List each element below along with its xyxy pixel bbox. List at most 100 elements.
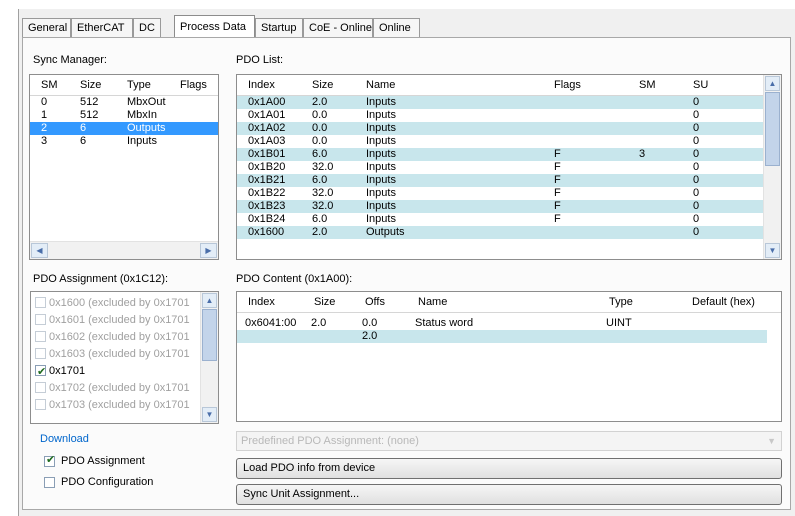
scroll-down-icon[interactable]: ▼ [765, 243, 780, 258]
scroll-right-icon[interactable]: ▶ [200, 243, 217, 258]
pdo-list-row[interactable]: 0x1A01 0.0 Inputs 0 [237, 109, 764, 122]
sync-manager-label: Sync Manager: [33, 54, 107, 66]
pdo-assignment-item-checkbox[interactable] [35, 382, 46, 393]
pdo-assignment-item-checkbox[interactable] [35, 331, 46, 342]
column-header-type[interactable]: Type [609, 296, 633, 308]
cell-name: Inputs [366, 122, 396, 134]
tab-online[interactable]: Online [373, 18, 420, 37]
cell-type: Inputs [127, 135, 157, 147]
tab-dc[interactable]: DC [133, 18, 161, 37]
pdo-assignment-item-checkbox[interactable] [35, 348, 46, 359]
pdo-configuration-checkbox[interactable] [44, 477, 55, 488]
pdo-assignment-item[interactable]: 0x1702 (excluded by 0x1701 [31, 381, 201, 396]
tab-coe-online[interactable]: CoE - Online [303, 18, 373, 37]
cell-flags: F [554, 161, 561, 173]
scroll-thumb[interactable] [765, 92, 780, 166]
tab-label: Startup [261, 22, 297, 34]
column-header-name[interactable]: Name [366, 79, 395, 91]
chevron-down-icon: ▼ [767, 436, 776, 446]
pdo-list-row[interactable]: 0x1B20 32.0 Inputs F 0 [237, 161, 764, 174]
scroll-left-icon[interactable]: ◀ [31, 243, 48, 258]
pdo-assignment-vscroll[interactable]: ▲ ▼ [200, 292, 218, 423]
pdo-assignment-item[interactable]: 0x1601 (excluded by 0x1701 [31, 313, 201, 328]
pdo-assignment-list[interactable]: 0x1600 (excluded by 0x1701 0x1601 (exclud… [30, 291, 219, 424]
pdo-assignment-item[interactable]: 0x1602 (excluded by 0x1701 [31, 330, 201, 345]
tab-startup[interactable]: Startup [255, 18, 303, 37]
column-header-sm[interactable]: SM [41, 79, 58, 91]
cell-name: Inputs [366, 213, 396, 225]
sync-manager-list[interactable]: SM Size Type Flags 0 512 MbxOut 1 512 Mb… [29, 74, 219, 260]
scroll-down-icon[interactable]: ▼ [202, 407, 217, 422]
sync-manager-header: SM Size Type Flags [30, 75, 218, 96]
column-header-size[interactable]: Size [80, 79, 101, 91]
checkmark-icon: ✔ [37, 366, 47, 378]
pdo-assignment-item-checkbox[interactable] [35, 297, 46, 308]
pdo-assignment-checkbox[interactable]: ✔ [44, 454, 55, 467]
pdo-assignment-item-checkbox[interactable]: ✔ [35, 365, 47, 378]
pdo-assignment-item-label: 0x1703 (excluded by 0x1701 [49, 399, 190, 411]
column-header-default[interactable]: Default (hex) [692, 296, 755, 308]
column-header-size[interactable]: Size [312, 79, 333, 91]
column-header-flags[interactable]: Flags [180, 79, 207, 91]
scroll-up-icon[interactable]: ▲ [202, 293, 217, 308]
column-header-offs[interactable]: Offs [365, 296, 385, 308]
predefined-pdo-assignment-select[interactable]: Predefined PDO Assignment: (none) ▼ [236, 431, 782, 451]
cell-offs: 2.0 [362, 330, 378, 342]
cell-name: Status word [415, 317, 474, 329]
pdo-content-list[interactable]: Index Size Offs Name Type Default (hex) … [236, 291, 782, 422]
sync-manager-row[interactable]: 1 512 MbxIn [30, 109, 218, 122]
pdo-assignment-item[interactable]: 0x1703 (excluded by 0x1701 [31, 398, 201, 413]
cell-su: 0 [693, 213, 700, 225]
tab-process-data[interactable]: Process Data [174, 15, 255, 38]
pdo-assignment-item[interactable]: ✔ 0x1701 [31, 364, 201, 379]
pdo-list-row[interactable]: 0x1600 2.0 Outputs 0 [237, 226, 764, 239]
column-header-type[interactable]: Type [127, 79, 151, 91]
pdo-configuration-checkbox-row[interactable]: PDO Configuration [44, 476, 214, 490]
pdo-assignment-item-checkbox[interactable] [35, 314, 46, 325]
button-label: Load PDO info from device [243, 462, 376, 474]
tab-label: Online [379, 22, 411, 34]
pdo-content-row[interactable]: 0x6041:00 2.0 0.0 Status word UINT [237, 317, 767, 330]
pdo-assignment-item-label: 0x1702 (excluded by 0x1701 [49, 382, 190, 394]
sync-manager-row-selected[interactable]: 2 6 Outputs [30, 122, 218, 135]
sync-manager-row[interactable]: 0 512 MbxOut [30, 96, 218, 109]
cell-sm: 2 [41, 122, 48, 134]
pdo-list-row[interactable]: 0x1B01 6.0 Inputs F 3 0 [237, 148, 764, 161]
sync-manager-hscroll[interactable]: ◀ ▶ [30, 241, 218, 259]
column-header-su[interactable]: SU [693, 79, 708, 91]
pdo-assignment-checkbox-row[interactable]: ✔ PDO Assignment [44, 454, 214, 469]
pdo-list-row[interactable]: 0x1B22 32.0 Inputs F 0 [237, 187, 764, 200]
pdo-assignment-item[interactable]: 0x1600 (excluded by 0x1701 [31, 296, 201, 311]
tab-general[interactable]: General [22, 18, 71, 37]
sync-unit-assignment-button[interactable]: Sync Unit Assignment... [236, 484, 782, 505]
cell-index: 0x1B22 [248, 187, 286, 199]
cell-index: 0x1A00 [248, 96, 286, 108]
load-pdo-info-button[interactable]: Load PDO info from device [236, 458, 782, 479]
column-header-size[interactable]: Size [314, 296, 335, 308]
pdo-list-row[interactable]: 0x1A00 2.0 Inputs 0 [237, 96, 764, 109]
pdo-assignment-item-checkbox[interactable] [35, 399, 46, 410]
column-header-name[interactable]: Name [418, 296, 447, 308]
pdo-assignment-item[interactable]: 0x1603 (excluded by 0x1701 [31, 347, 201, 362]
sync-manager-row[interactable]: 3 6 Inputs [30, 135, 218, 148]
pdo-list-row[interactable]: 0x1A03 0.0 Inputs 0 [237, 135, 764, 148]
pdo-list-row[interactable]: 0x1B21 6.0 Inputs F 0 [237, 174, 764, 187]
column-header-index[interactable]: Index [248, 296, 275, 308]
cell-size: 2.0 [312, 226, 328, 238]
pdo-list-row[interactable]: 0x1B24 6.0 Inputs F 0 [237, 213, 764, 226]
pdo-list-row[interactable]: 0x1A02 0.0 Inputs 0 [237, 122, 764, 135]
pdo-list[interactable]: Index Size Name Flags SM SU 0x1A00 2.0 Inp… [236, 74, 782, 260]
column-header-index[interactable]: Index [248, 79, 275, 91]
tab-ethercat[interactable]: EtherCAT [71, 18, 133, 37]
cell-size: 6.0 [312, 148, 328, 160]
cell-type: MbxOut [127, 96, 166, 108]
scroll-thumb[interactable] [202, 309, 217, 361]
pdo-list-vscroll[interactable]: ▲ ▼ [763, 75, 781, 259]
column-header-sm[interactable]: SM [639, 79, 656, 91]
column-header-flags[interactable]: Flags [554, 79, 581, 91]
pdo-list-row[interactable]: 0x1B23 32.0 Inputs F 0 [237, 200, 764, 213]
cell-size: 2.0 [311, 317, 327, 329]
tab-label: General [28, 22, 68, 34]
pdo-content-row[interactable]: 2.0 [237, 330, 767, 343]
scroll-up-icon[interactable]: ▲ [765, 76, 780, 91]
